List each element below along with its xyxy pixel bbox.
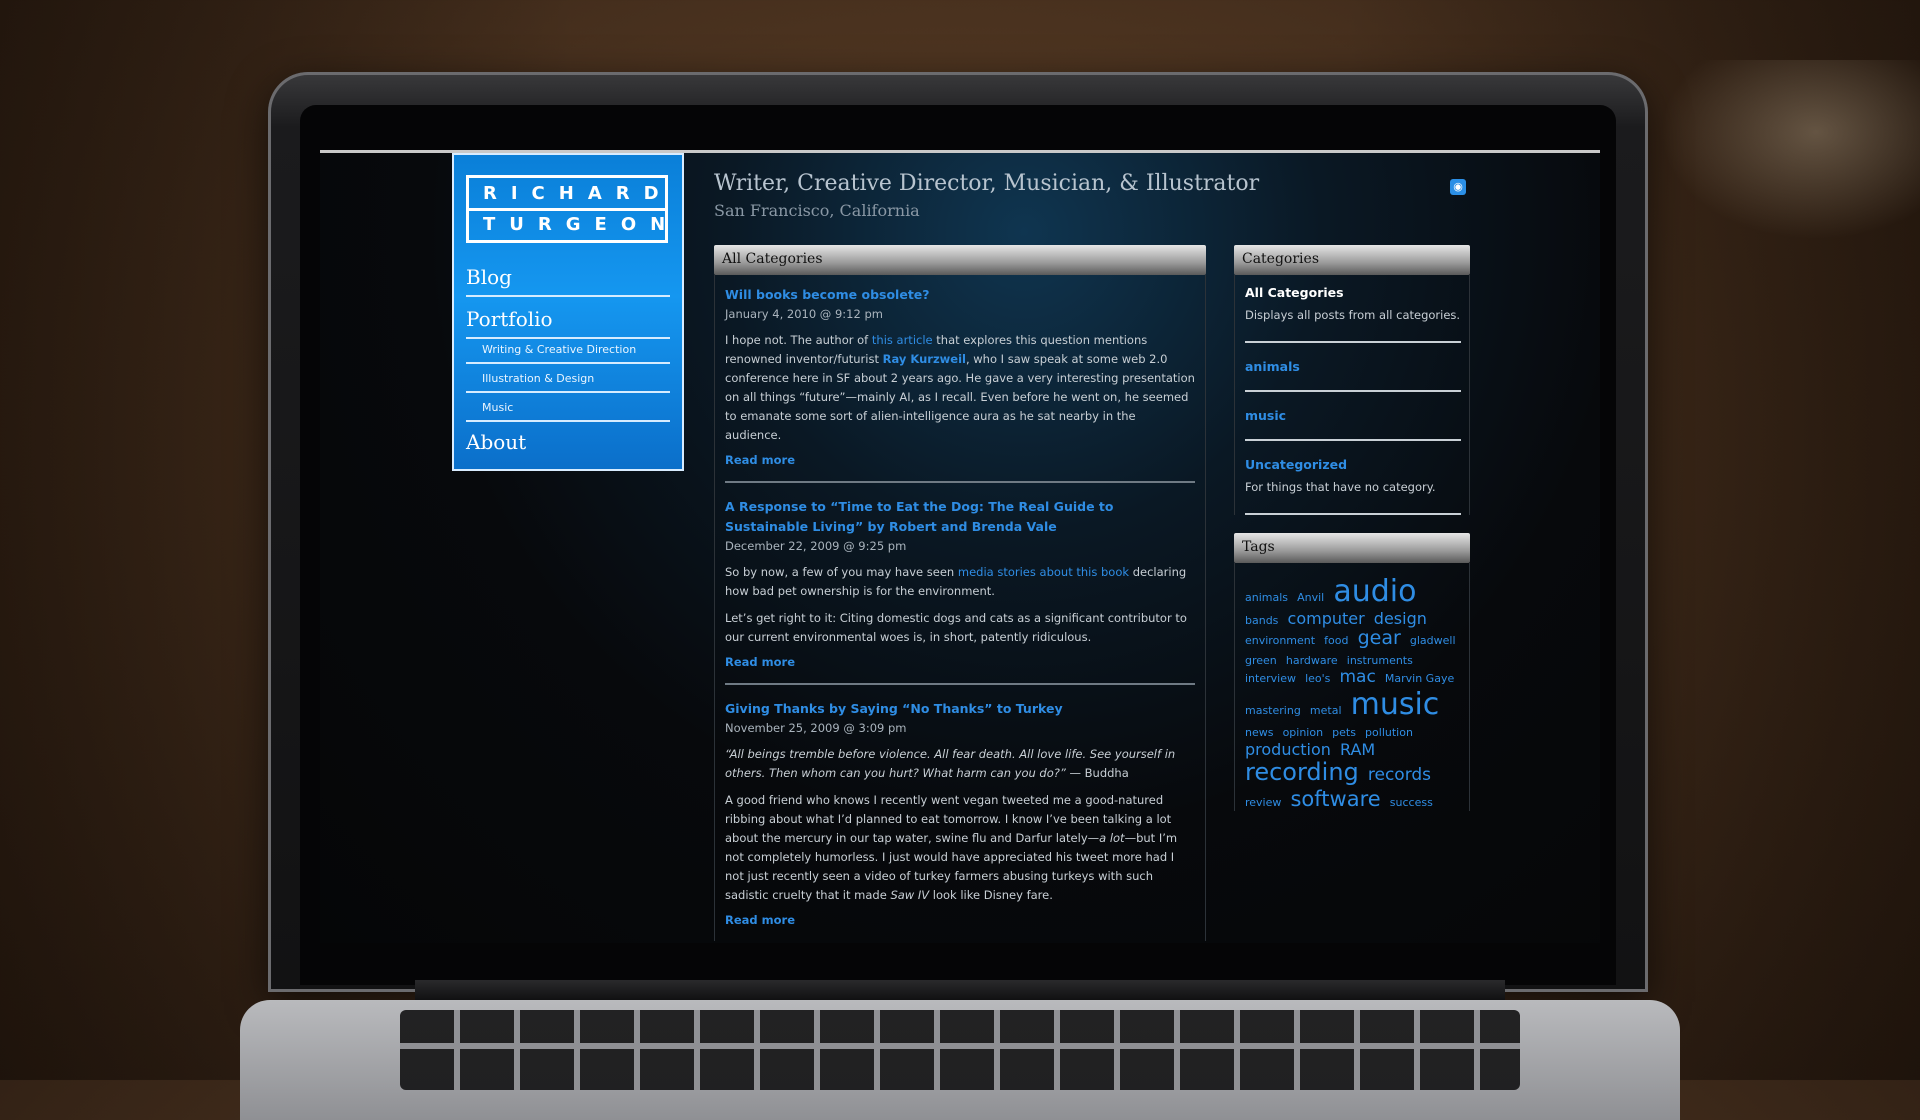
sidebar: Categories All Categories Displays all p… — [1234, 245, 1470, 811]
quote-author: — Buddha — [1065, 766, 1129, 780]
main-nav: Blog Portfolio Writing & Creative Direct… — [466, 265, 670, 470]
category-link[interactable]: All Categories — [1245, 285, 1461, 300]
page-subtitle: San Francisco, California — [714, 201, 920, 220]
post-excerpt: So by now, a few of you may have seen me… — [725, 563, 1195, 601]
post-title[interactable]: A Response to “Time to Eat the Dog: The … — [725, 497, 1195, 537]
post-item: Giving Thanks by Saying “No Thanks” to T… — [725, 699, 1195, 941]
tag-link[interactable]: pollution — [1365, 727, 1413, 740]
tag-link[interactable]: audio — [1333, 574, 1416, 610]
site-logo[interactable]: RICHARD TURGEON — [466, 175, 668, 243]
posts-heading: All Categories — [714, 245, 1206, 275]
tag-link[interactable]: animals — [1245, 591, 1288, 605]
tag-link[interactable]: news — [1245, 727, 1273, 740]
post-link[interactable]: Ray Kurzweil — [883, 352, 966, 366]
tag-link[interactable]: music — [1351, 687, 1440, 723]
tag-link[interactable]: software — [1290, 787, 1380, 811]
tag-link[interactable]: records — [1368, 765, 1431, 786]
logo-panel: RICHARD TURGEON Blog Portfolio Writing &… — [452, 153, 684, 471]
logo-line-2: TURGEON — [483, 214, 680, 235]
post-title[interactable]: Giving Thanks by Saying “No Thanks” to T… — [725, 699, 1195, 719]
category-link[interactable]: Uncategorized — [1245, 457, 1461, 472]
post-item: A Response to “Time to Eat the Dog: The … — [725, 497, 1195, 685]
post-emphasis: Saw IV — [890, 888, 930, 902]
tags-box: Tags animals Anvil audio bands computer … — [1234, 533, 1470, 811]
category-description: Displays all posts from all categories. — [1245, 308, 1461, 322]
tag-link[interactable]: mastering — [1245, 704, 1301, 718]
tag-link[interactable]: food — [1324, 634, 1348, 648]
nav-portfolio[interactable]: Portfolio — [466, 307, 670, 339]
nav-sub-writing[interactable]: Writing & Creative Direction — [466, 339, 670, 364]
tag-link[interactable]: gladwell — [1410, 634, 1456, 648]
read-more-link[interactable]: Read more — [725, 913, 1195, 927]
posts-column: All Categories Will books become obsolet… — [714, 245, 1206, 943]
tag-link[interactable]: mac — [1339, 668, 1375, 688]
nav-sub-music[interactable]: Music — [466, 397, 670, 422]
post-item: Will books become obsolete? January 4, 2… — [725, 285, 1195, 483]
post-text: So by now, a few of you may have seen — [725, 565, 958, 579]
post-link[interactable]: this article — [872, 333, 933, 347]
laptop-screen: RICHARD TURGEON Blog Portfolio Writing &… — [320, 150, 1600, 943]
post-excerpt: I hope not. The author of this article t… — [725, 331, 1195, 445]
post-date: December 22, 2009 @ 9:25 pm — [725, 539, 907, 553]
tag-link[interactable]: interview — [1245, 672, 1296, 686]
post-link[interactable]: media stories about this book — [958, 565, 1129, 579]
post-excerpt: A good friend who knows I recently went … — [725, 791, 1195, 905]
category-item: music — [1245, 408, 1461, 441]
tag-link[interactable]: green — [1245, 654, 1277, 668]
tag-link[interactable]: metal — [1310, 704, 1342, 718]
tag-link[interactable]: recording — [1245, 758, 1359, 787]
tag-link[interactable]: design — [1374, 609, 1427, 628]
post-title[interactable]: Will books become obsolete? — [725, 285, 1195, 305]
post-date: January 4, 2010 @ 9:12 pm — [725, 307, 883, 321]
tag-link[interactable]: RAM — [1340, 740, 1375, 759]
logo-divider — [469, 208, 665, 211]
nav-sub-illustration[interactable]: Illustration & Design — [466, 368, 670, 393]
post-text: look like Disney fare. — [929, 888, 1053, 902]
tag-link[interactable]: production — [1245, 740, 1331, 759]
keyboard-row-gap — [400, 1043, 1520, 1049]
post-text: I hope not. The author of — [725, 333, 872, 347]
categories-list: All Categories Displays all posts from a… — [1234, 275, 1470, 515]
logo-line-1: RICHARD — [483, 183, 673, 204]
nav-blog[interactable]: Blog — [466, 265, 670, 297]
read-more-link[interactable]: Read more — [725, 453, 1195, 467]
category-description: For things that have no category. — [1245, 480, 1436, 494]
read-more-link[interactable]: Read more — [725, 655, 1195, 669]
tag-link[interactable]: gear — [1358, 627, 1401, 650]
tag-link[interactable]: environment — [1245, 634, 1315, 648]
background-light — [1660, 60, 1920, 240]
category-link[interactable]: music — [1245, 408, 1461, 423]
tag-link[interactable]: Marvin Gaye — [1385, 672, 1454, 686]
laptop-hinge — [415, 980, 1505, 1002]
category-item: Uncategorized For things that have no ca… — [1245, 457, 1461, 515]
rss-icon[interactable]: ◉ — [1450, 179, 1466, 195]
tag-link[interactable]: hardware — [1286, 654, 1338, 668]
tag-link[interactable]: computer — [1288, 609, 1365, 628]
category-item: All Categories Displays all posts from a… — [1245, 285, 1461, 343]
post-quote: “All beings tremble before violence. All… — [725, 745, 1195, 783]
tag-link[interactable]: Anvil — [1297, 591, 1324, 605]
tag-link[interactable]: success — [1390, 796, 1433, 810]
tag-cloud: animals Anvil audio bands computer desig… — [1234, 563, 1470, 811]
tag-link[interactable]: review — [1245, 796, 1281, 810]
post-date: November 25, 2009 @ 3:09 pm — [725, 721, 907, 735]
post-emphasis: a lot — [1099, 831, 1125, 845]
tags-heading: Tags — [1234, 533, 1470, 563]
post-excerpt: Let’s get right to it: Citing domestic d… — [725, 611, 1187, 644]
tag-link[interactable]: opinion — [1283, 727, 1324, 740]
tag-link[interactable]: instruments — [1347, 654, 1413, 668]
category-link[interactable]: animals — [1245, 359, 1461, 374]
categories-heading: Categories — [1234, 245, 1470, 275]
tag-link[interactable]: leo's — [1305, 672, 1330, 686]
tag-link[interactable]: bands — [1245, 614, 1278, 628]
nav-about[interactable]: About — [466, 430, 670, 460]
category-item: animals — [1245, 359, 1461, 392]
page-title: Writer, Creative Director, Musician, & I… — [714, 171, 1260, 196]
keyboard — [400, 1010, 1520, 1090]
tag-link[interactable]: pets — [1332, 727, 1356, 740]
